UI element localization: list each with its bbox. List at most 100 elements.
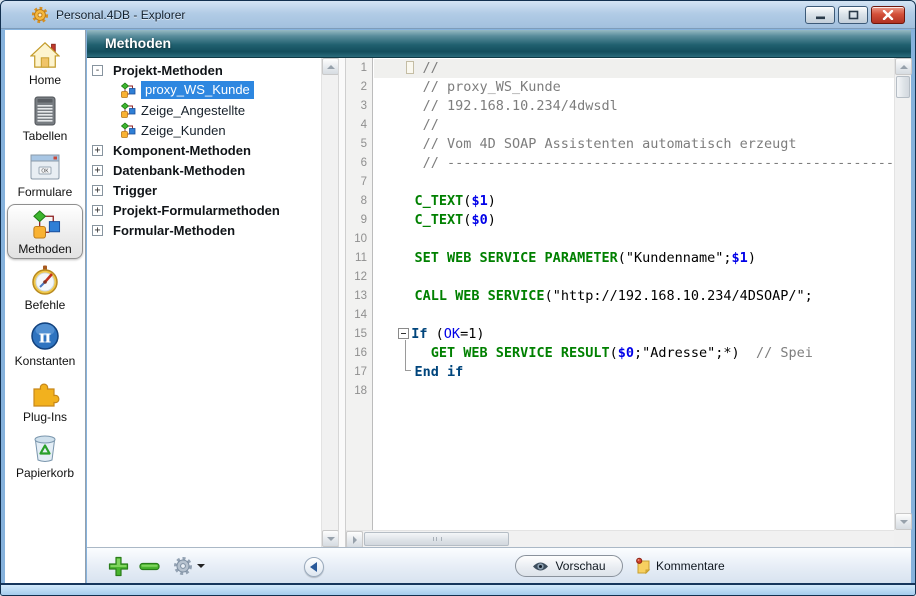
eye-icon	[532, 561, 549, 572]
fold-guide-line	[405, 340, 411, 371]
tree-item-zeige-kunden[interactable]: Zeige_Kunden	[87, 120, 321, 140]
panel-splitter[interactable]	[338, 58, 346, 547]
sidebar-item-home[interactable]: Home	[7, 36, 83, 90]
scroll-up-button[interactable]	[322, 58, 338, 75]
sidebar-item-label: Methoden	[18, 242, 71, 256]
methods-icon	[30, 209, 61, 240]
expand-node-icon[interactable]: +	[92, 145, 103, 156]
expand-node-icon[interactable]: +	[92, 205, 103, 216]
titlebar: Personal.4DB - Explorer	[1, 1, 915, 29]
line-number: 14	[346, 306, 372, 325]
forms-icon: OK	[30, 154, 60, 180]
scroll-right-button[interactable]	[346, 531, 363, 548]
svg-text:π: π	[39, 328, 51, 348]
code-line-7	[374, 173, 894, 192]
app-gear-icon	[31, 6, 49, 24]
sidebar-item-plugins[interactable]: Plug-Ins	[7, 373, 83, 427]
line-number: 13	[346, 287, 372, 306]
sidebar-item-label: Tabellen	[23, 129, 68, 143]
tree-item-label: Projekt-Methoden	[113, 63, 223, 78]
scroll-up-button[interactable]	[895, 58, 912, 75]
code-line-9: C_TEXT($0)	[374, 211, 894, 230]
scrollbar-corner	[894, 530, 911, 547]
tree-item-datenbank-methoden[interactable]: +Datenbank-Methoden	[87, 160, 321, 180]
code-line-3: // 192.168.10.234/4dwsdl	[374, 97, 894, 116]
code-editor-area[interactable]: // // proxy_WS_Kunde // 192.168.10.234/4…	[374, 58, 894, 530]
tree-item-projekt-methoden[interactable]: -Projekt-Methoden	[87, 60, 321, 80]
code-line-13: CALL WEB SERVICE("http://192.168.10.234/…	[374, 287, 894, 306]
code-line-1: //	[374, 59, 894, 78]
code-line-15: If (OK=1)	[374, 325, 894, 344]
line-number: 8	[346, 192, 372, 211]
line-number: 11	[346, 249, 372, 268]
preview-button-label: Vorschau	[555, 559, 605, 573]
window-title: Personal.4DB - Explorer	[56, 8, 185, 22]
sidebar-item-formulare[interactable]: OK Formulare	[7, 148, 83, 202]
bottom-toolbar: Vorschau Kommentare	[87, 547, 911, 583]
tree-item-komponent-methoden[interactable]: +Komponent-Methoden	[87, 140, 321, 160]
fold-collapse-icon[interactable]	[398, 328, 409, 339]
sidebar-item-label: Formulare	[18, 185, 73, 199]
svg-text:OK: OK	[41, 169, 49, 175]
content-area: Methoden -Projekt-Methoden proxy_WS_Kund…	[87, 30, 911, 583]
code-line-11: SET WEB SERVICE PARAMETER("Kundenname";$…	[374, 249, 894, 268]
sidebar-item-papierkorb[interactable]: Papierkorb	[7, 429, 83, 483]
preview-button[interactable]: Vorschau	[515, 555, 623, 577]
constants-icon: π	[30, 321, 60, 351]
line-number: 18	[346, 382, 372, 401]
line-number: 9	[346, 211, 372, 230]
plugins-icon	[30, 377, 60, 407]
code-horizontal-scrollbar[interactable]	[346, 530, 894, 547]
expand-node-icon[interactable]: +	[92, 165, 103, 176]
line-number: 17	[346, 363, 372, 382]
code-line-17: End if	[374, 363, 894, 382]
collapse-panel-button[interactable]	[304, 557, 324, 577]
scroll-down-button[interactable]	[322, 530, 338, 547]
vertical-scroll-thumb[interactable]	[896, 76, 910, 98]
code-line-8: C_TEXT($1)	[374, 192, 894, 211]
code-preview-panel: 123456789101112131415161718 // // proxy_…	[346, 58, 911, 547]
tree-item-trigger[interactable]: +Trigger	[87, 180, 321, 200]
sidebar-item-label: Home	[29, 73, 61, 87]
trash-icon	[30, 433, 60, 463]
delete-method-button[interactable]	[139, 556, 160, 577]
code-vertical-scrollbar[interactable]	[894, 58, 911, 530]
tree-item-projekt-formularmethoden[interactable]: + Projekt-Formularmethoden	[87, 200, 321, 220]
method-tree-panel[interactable]: -Projekt-Methoden proxy_WS_Kunde Zeige_A…	[87, 58, 338, 547]
minimize-button[interactable]	[805, 6, 835, 24]
commands-icon	[30, 265, 60, 295]
scroll-down-button[interactable]	[895, 513, 912, 530]
sidebar-item-konstanten[interactable]: π Konstanten	[7, 317, 83, 371]
comments-toggle[interactable]: Kommentare	[635, 557, 725, 574]
minus-icon	[139, 556, 160, 577]
tree-item-label: Projekt-Formularmethoden	[113, 203, 280, 218]
tree-item-label: Formular-Methoden	[113, 223, 235, 238]
tree-item-zeige-angestellte[interactable]: Zeige_Angestellte	[87, 100, 321, 120]
sidebar-item-label: Befehle	[25, 298, 66, 312]
comments-label: Kommentare	[656, 559, 725, 573]
options-menu-button[interactable]	[173, 556, 205, 576]
sidebar-item-methoden[interactable]: Methoden	[7, 204, 83, 259]
window-bottom-border	[1, 583, 915, 595]
expand-node-icon[interactable]: +	[92, 185, 103, 196]
sidebar-item-befehle[interactable]: Befehle	[7, 261, 83, 315]
dropdown-caret-icon	[197, 564, 205, 572]
line-number-gutter: 123456789101112131415161718	[346, 58, 373, 530]
maximize-button[interactable]	[838, 6, 868, 24]
tree-vertical-scrollbar[interactable]	[321, 58, 338, 547]
collapse-node-icon[interactable]: -	[92, 65, 103, 76]
close-button[interactable]	[871, 6, 905, 24]
tree-item-proxy-ws-kunde[interactable]: proxy_WS_Kunde	[87, 80, 321, 100]
tree-item-label: Zeige_Kunden	[141, 123, 226, 138]
horizontal-scroll-thumb[interactable]	[364, 532, 509, 546]
sidebar: Home Tabellen OK Formulare Methoden Befe…	[5, 30, 86, 583]
add-method-button[interactable]	[108, 556, 129, 577]
panel-header: Methoden	[87, 30, 911, 58]
expand-node-icon[interactable]: +	[92, 225, 103, 236]
line-number: 4	[346, 116, 372, 135]
code-line-5: // Vom 4D SOAP Assistenten automatisch e…	[374, 135, 894, 154]
sidebar-item-label: Plug-Ins	[23, 410, 67, 424]
tree-item-formular-methoden[interactable]: + Formular-Methoden	[87, 220, 321, 240]
sidebar-item-label: Papierkorb	[16, 466, 74, 480]
sidebar-item-tabellen[interactable]: Tabellen	[7, 92, 83, 146]
